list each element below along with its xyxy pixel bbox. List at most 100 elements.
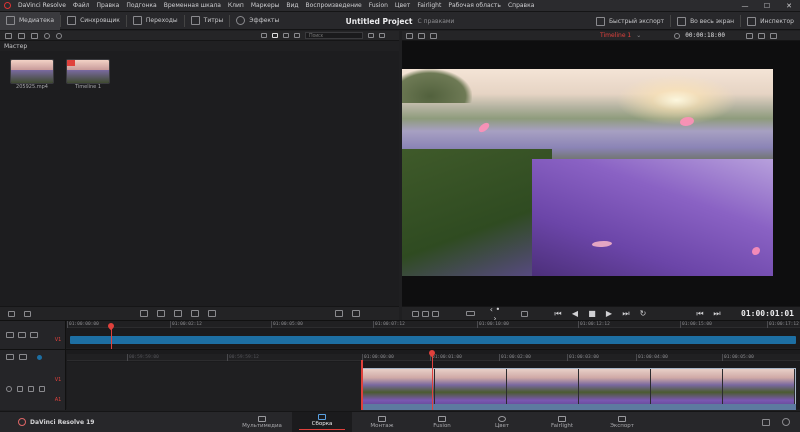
page-color[interactable]: Цвет [472, 412, 532, 432]
append-clip-icon[interactable] [157, 310, 165, 317]
audio-clip[interactable] [362, 404, 796, 410]
filmstrip-view-icon[interactable] [283, 33, 289, 38]
media-pool-button[interactable]: Медиатека [0, 11, 61, 30]
link-icon[interactable] [44, 32, 50, 39]
audio-track-icon[interactable] [30, 332, 38, 338]
timeline-viewer-icon[interactable] [430, 32, 437, 39]
menu-trim[interactable]: Подгонка [126, 2, 156, 9]
split-viewer-icon[interactable] [418, 32, 425, 39]
minimize-button[interactable]: — [734, 2, 756, 10]
ripple-overwrite-icon[interactable] [174, 310, 182, 317]
clip-in-edge[interactable] [361, 360, 363, 410]
panel-toggle-icon[interactable] [5, 32, 12, 39]
home-icon[interactable] [762, 418, 770, 426]
loop-range-icon[interactable] [521, 310, 528, 317]
media-search-input[interactable] [305, 32, 363, 39]
menu-timeline[interactable]: Временная шкала [164, 2, 221, 9]
empty-track-area[interactable] [67, 362, 362, 410]
flags-icon[interactable] [352, 310, 360, 317]
page-edit[interactable]: Монтаж [352, 412, 412, 432]
video-preview[interactable] [402, 69, 773, 276]
list-view-icon[interactable] [261, 33, 267, 38]
stop-button[interactable]: ■ [585, 309, 599, 318]
sort-order-icon[interactable] [368, 33, 374, 38]
page-cut[interactable]: Сборка [292, 411, 352, 432]
play-reverse-button[interactable]: ◀ [568, 309, 582, 318]
insert-clip-icon[interactable] [140, 310, 148, 317]
menu-edit[interactable]: Правка [97, 2, 120, 9]
sort-icon[interactable] [294, 33, 300, 38]
play-button[interactable]: ▶ [602, 309, 616, 318]
zoom-detail-icon[interactable] [19, 354, 27, 360]
safe-area-icon[interactable] [758, 32, 766, 39]
maximize-button[interactable]: ☐ [756, 2, 778, 10]
titles-button[interactable]: Титры [185, 12, 230, 30]
current-timecode[interactable]: 01:00:01:01 [741, 306, 794, 320]
sync-bin-button[interactable]: Синхровщик [61, 12, 126, 30]
page-fusion[interactable]: Fusion [412, 412, 472, 432]
upper-ruler[interactable]: 01:00:00:00 01:00:02:12 01:00:05:00 01:0… [67, 321, 800, 328]
thumbnail-view-icon[interactable] [272, 33, 278, 38]
gear-icon[interactable] [782, 418, 790, 426]
page-fairlight[interactable]: Fairlight [532, 412, 592, 432]
transitions-button[interactable]: Переходы [127, 12, 184, 30]
menu-fairlight[interactable]: Fairlight [417, 2, 441, 9]
page-media[interactable]: Мультимедиа [232, 412, 292, 432]
layout-icon[interactable] [432, 310, 439, 317]
menu-playback[interactable]: Воспроизведение [306, 2, 362, 9]
track-color-icon[interactable] [37, 354, 42, 360]
effects-button[interactable]: Эффекты [230, 12, 285, 30]
jog-icon[interactable] [466, 311, 475, 316]
upper-track-header [0, 321, 66, 349]
ruler-tick: 01:00:07:12 [373, 321, 405, 328]
source-viewer-icon[interactable] [406, 32, 413, 39]
page-deliver[interactable]: Экспорт [592, 412, 652, 432]
solo-icon[interactable] [39, 386, 45, 392]
app-title: DaVinci Resolve [18, 2, 66, 9]
lower-playhead[interactable] [432, 354, 433, 410]
more-options-icon[interactable] [379, 33, 385, 38]
next-edit-button[interactable]: ⏭ [710, 309, 724, 319]
chevron-down-icon[interactable]: ⌄ [636, 32, 641, 39]
track-eye-icon[interactable] [6, 386, 12, 392]
go-to-start-button[interactable]: ⏮ [551, 309, 565, 319]
viewer-options-icon[interactable] [770, 32, 778, 39]
new-bin-icon[interactable] [31, 32, 38, 39]
speaker-icon[interactable] [28, 386, 34, 392]
timeline-overview-clip[interactable] [70, 336, 796, 344]
close-up-icon[interactable] [191, 310, 199, 317]
cut-tool-icon[interactable] [335, 310, 343, 317]
menu-fusion[interactable]: Fusion [369, 2, 388, 9]
timeline-item[interactable]: Timeline 1 [66, 59, 110, 90]
viewer-timeline-name[interactable]: Timeline 1 [600, 32, 631, 39]
import-icon[interactable] [18, 32, 25, 39]
menu-color[interactable]: Цвет [395, 2, 410, 9]
clip-audio-icon[interactable] [412, 310, 419, 317]
track-settings-icon[interactable] [18, 332, 26, 338]
lock-icon[interactable] [17, 386, 23, 392]
viewer-layout-icon[interactable] [746, 32, 754, 39]
quick-export-button[interactable]: Быстрый экспорт [590, 12, 670, 30]
fullscreen-button[interactable]: Во весь экран [671, 12, 740, 30]
menu-help[interactable]: Справка [508, 2, 534, 9]
inspector-button[interactable]: Инспектор [741, 12, 800, 30]
snapshot-icon[interactable] [422, 310, 429, 317]
go-to-end-button[interactable]: ⏭ [619, 309, 633, 319]
menu-clip[interactable]: Клип [228, 2, 244, 9]
trim-tool-icon[interactable] [24, 310, 31, 317]
zoom-icon[interactable] [6, 354, 14, 360]
timeline-tools-icon[interactable] [8, 310, 15, 317]
previous-edit-button[interactable]: ⏮ [693, 309, 707, 319]
menu-file[interactable]: Файл [73, 2, 90, 9]
menu-workspace[interactable]: Рабочая область [448, 2, 501, 9]
menu-view[interactable]: Вид [286, 2, 298, 9]
menu-markers[interactable]: Маркеры [251, 2, 280, 9]
close-button[interactable]: ✕ [778, 2, 800, 10]
place-on-top-icon[interactable] [208, 310, 216, 317]
loop-button[interactable]: ↻ [636, 309, 650, 318]
page-label: Сборка [311, 420, 333, 427]
track-lock-icon[interactable] [6, 332, 14, 338]
clip-item[interactable]: 205925.mp4 [10, 59, 54, 90]
relink-icon[interactable] [56, 32, 62, 39]
video-content [477, 121, 491, 134]
